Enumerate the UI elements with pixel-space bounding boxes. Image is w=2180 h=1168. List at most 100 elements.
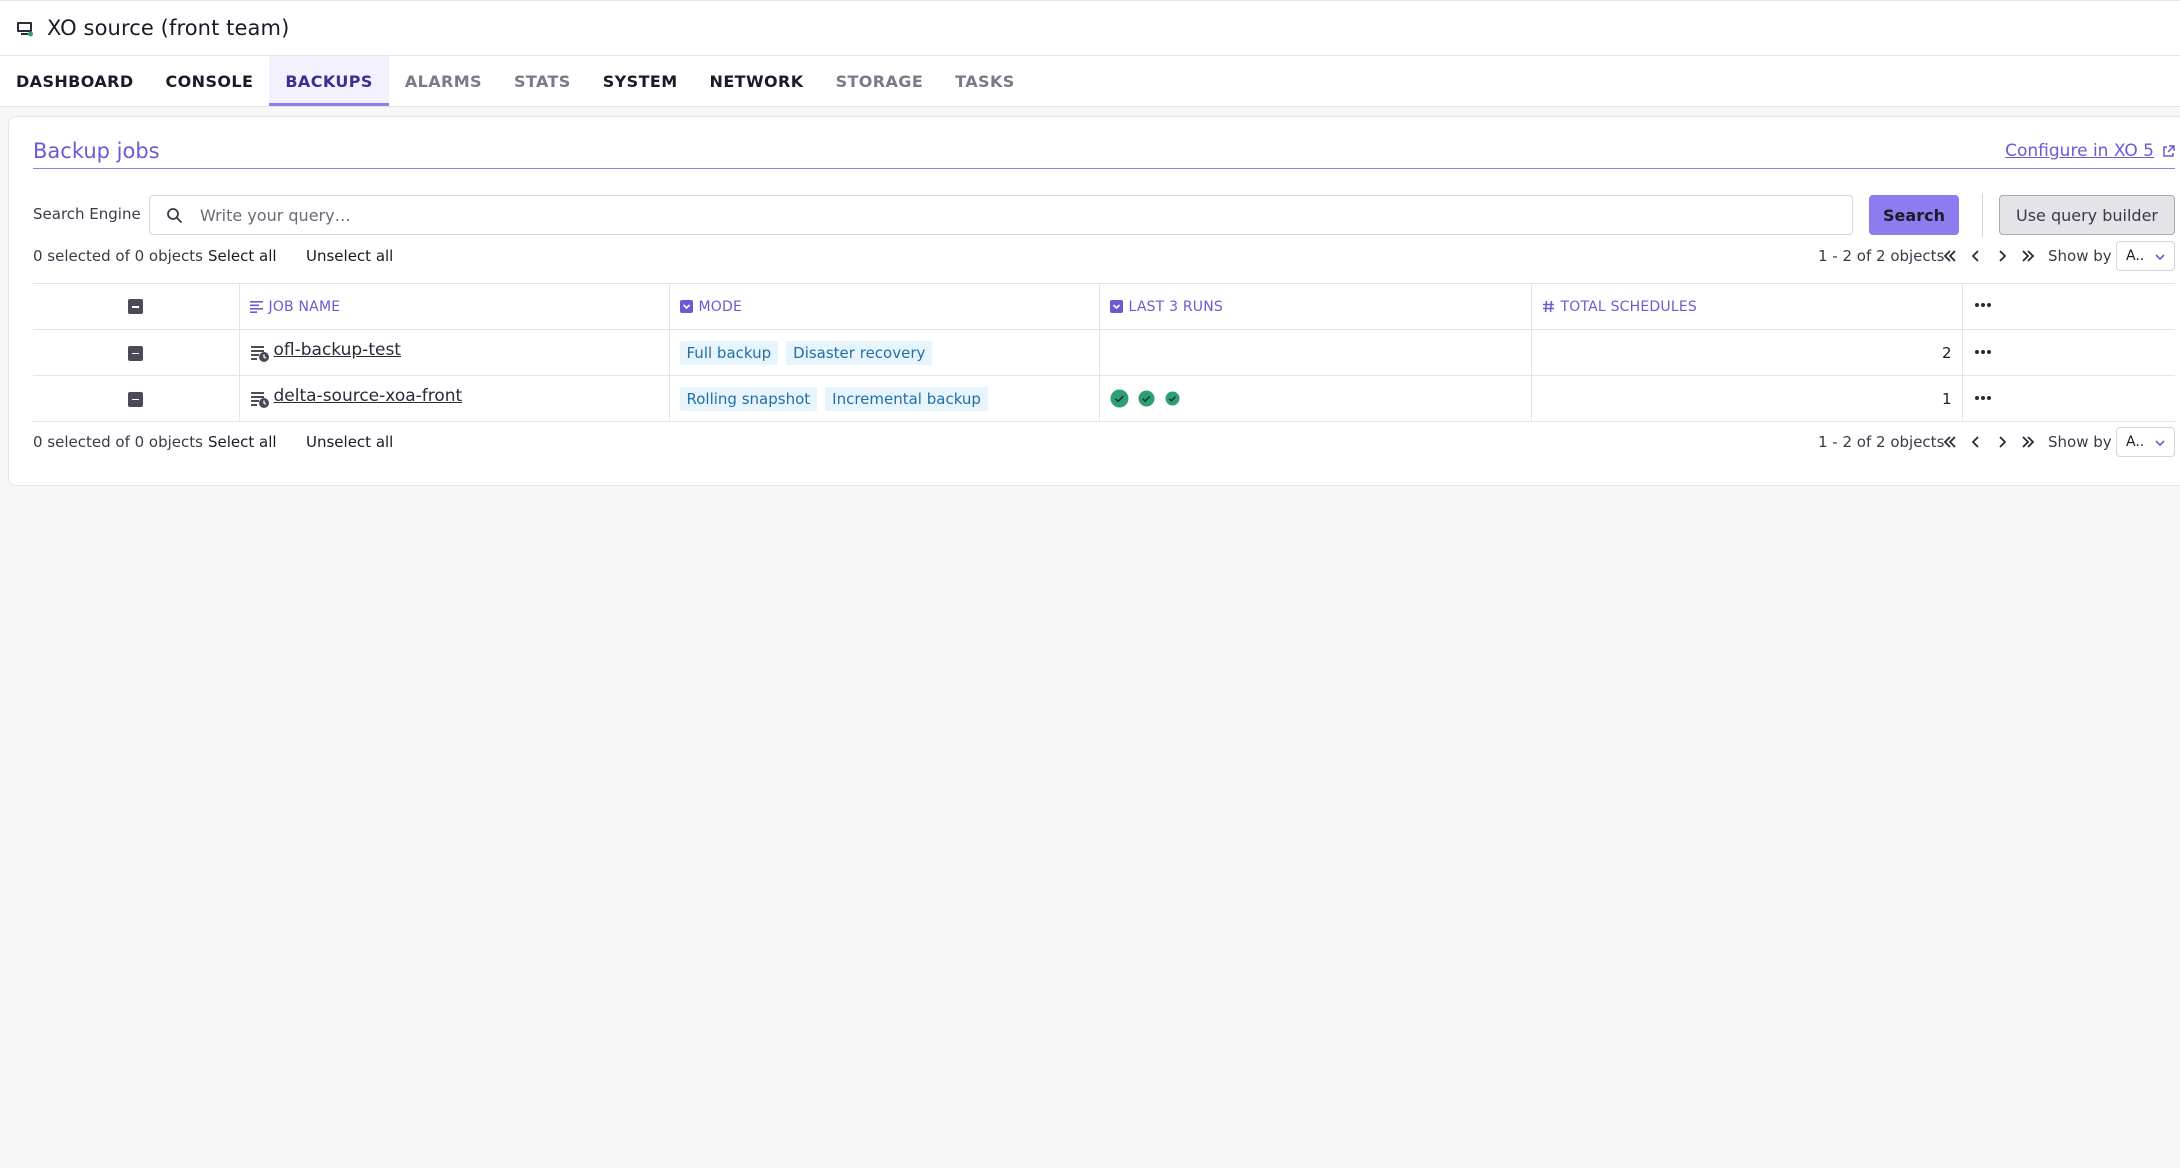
last-page-icon[interactable]: [2019, 247, 2037, 265]
tab-dashboard[interactable]: DASHBOARD: [0, 56, 150, 106]
column-actions: [1961, 283, 2175, 330]
divider: [1982, 193, 1983, 237]
mode-cell: Full backup Disaster recovery: [668, 329, 1100, 376]
hash-icon: [1542, 300, 1554, 313]
column-total-schedules[interactable]: TOTAL SCHEDULES: [1530, 283, 1963, 330]
more-horizontal-icon[interactable]: [1973, 302, 1993, 308]
row-checkbox[interactable]: [128, 391, 144, 407]
card-title: Backup jobs: [33, 139, 160, 163]
tab-system[interactable]: SYSTEM: [587, 56, 694, 106]
mode-tag: Incremental backup: [825, 386, 988, 411]
job-name-cell: ofl-backup-test: [238, 329, 670, 376]
table-row: delta-source-xoa-front Rolling snapshot I…: [33, 375, 2175, 422]
last-runs-cell: [1098, 329, 1532, 376]
row-checkbox[interactable]: [128, 345, 144, 361]
pagination-count: 1 - 2 of 2 objects: [1818, 247, 1945, 265]
search-row: Search Engine Search Use query builder: [33, 193, 2175, 237]
select-all-button[interactable]: Select all: [208, 433, 277, 451]
next-page-icon[interactable]: [1993, 247, 2011, 265]
header-checkbox-cell: [33, 283, 240, 330]
select-all-checkbox[interactable]: [128, 299, 144, 314]
show-by-label: Show by: [2048, 247, 2112, 265]
column-job-name[interactable]: JOB NAME: [238, 283, 670, 330]
more-horizontal-icon[interactable]: [1973, 395, 1993, 401]
job-name-link[interactable]: delta-source-xoa-front: [274, 386, 463, 406]
job-name-link[interactable]: ofl-backup-test: [274, 340, 401, 360]
column-mode-label: MODE: [698, 298, 743, 315]
column-job-name-label: JOB NAME: [268, 298, 341, 315]
chevron-down-icon: [2155, 254, 2165, 261]
tab-alarms[interactable]: ALARMS: [389, 56, 498, 106]
configure-xo5-link[interactable]: Configure in XO 5: [2005, 141, 2175, 161]
page-header: XO source (front team): [0, 0, 2180, 56]
text-align-icon: [249, 301, 263, 313]
backup-jobs-card: Backup jobs Configure in XO 5 Search Eng…: [8, 116, 2180, 486]
search-box: [149, 195, 1853, 235]
select-square-icon: [679, 300, 693, 313]
pagination-count: 1 - 2 of 2 objects: [1818, 433, 1945, 451]
mode-tag: Disaster recovery: [786, 340, 933, 365]
run-success-icon[interactable]: [1110, 389, 1129, 408]
select-square-icon: [1109, 300, 1123, 313]
search-icon: [167, 208, 183, 224]
row-checkbox-cell: [33, 329, 240, 376]
mode-cell: Rolling snapshot Incremental backup: [668, 375, 1100, 422]
tab-storage[interactable]: STORAGE: [820, 56, 940, 106]
tab-backups[interactable]: BACKUPS: [269, 56, 390, 106]
unselect-all-button[interactable]: Unselect all: [306, 247, 393, 265]
table-header-row: JOB NAME MODE LAST 3 RUNS TOTAL SCHEDULE…: [33, 283, 2175, 330]
selection-bar-top: 0 selected of 0 objects Select all Unsel…: [33, 241, 2175, 271]
selection-count: 0 selected of 0 objects: [33, 247, 203, 265]
search-button[interactable]: Search: [1869, 195, 1959, 235]
backup-jobs-table: JOB NAME MODE LAST 3 RUNS TOTAL SCHEDULE…: [33, 283, 2175, 422]
row-actions-cell: [1961, 329, 2175, 376]
search-input[interactable]: [200, 196, 1840, 234]
vm-console-icon: [17, 21, 33, 36]
page-title: XO source (front team): [47, 16, 290, 40]
external-link-icon: [2163, 144, 2175, 157]
show-by-value: A..: [2126, 434, 2145, 450]
tab-tasks[interactable]: TASKS: [939, 56, 1031, 106]
show-by-value: A..: [2126, 248, 2145, 264]
previous-page-icon[interactable]: [1967, 247, 1985, 265]
mode-tag: Full backup: [679, 340, 779, 365]
show-by-select[interactable]: A..: [2116, 241, 2175, 271]
select-all-button[interactable]: Select all: [208, 247, 277, 265]
more-horizontal-icon[interactable]: [1973, 349, 1993, 355]
show-by-label: Show by: [2048, 433, 2112, 451]
run-success-icon[interactable]: [1138, 390, 1155, 407]
configure-xo5-label: Configure in XO 5: [2005, 141, 2154, 161]
card-header: Backup jobs Configure in XO 5: [33, 139, 2175, 169]
first-page-icon[interactable]: [1941, 433, 1959, 451]
unselect-all-button[interactable]: Unselect all: [306, 433, 393, 451]
last-page-icon[interactable]: [2019, 433, 2037, 451]
tab-stats[interactable]: STATS: [498, 56, 587, 106]
total-schedules-cell: 2: [1530, 329, 1963, 376]
run-success-icon[interactable]: [1165, 391, 1180, 406]
selection-bar-bottom: 0 selected of 0 objects Select all Unsel…: [33, 427, 2175, 457]
next-page-icon[interactable]: [1993, 433, 2011, 451]
row-checkbox-cell: [33, 375, 240, 422]
last-runs-cell: [1098, 375, 1532, 422]
selection-count: 0 selected of 0 objects: [33, 433, 203, 451]
search-engine-label: Search Engine: [33, 205, 141, 223]
table-row: ofl-backup-test Full backup Disaster reco…: [33, 329, 2175, 376]
job-name-cell: delta-source-xoa-front: [238, 375, 670, 422]
backup-job-icon: [250, 391, 269, 408]
previous-page-icon[interactable]: [1967, 433, 1985, 451]
backup-job-icon: [250, 345, 269, 362]
mode-tag: Rolling snapshot: [679, 386, 818, 411]
column-last-runs[interactable]: LAST 3 RUNS: [1098, 283, 1532, 330]
row-actions-cell: [1961, 375, 2175, 422]
total-schedules-cell: 1: [1530, 375, 1963, 422]
query-builder-button[interactable]: Use query builder: [1999, 195, 2175, 235]
show-by-select[interactable]: A..: [2116, 427, 2175, 457]
chevron-down-icon: [2155, 440, 2165, 447]
first-page-icon[interactable]: [1941, 247, 1959, 265]
column-last-runs-label: LAST 3 RUNS: [1128, 298, 1223, 315]
column-mode[interactable]: MODE: [668, 283, 1100, 330]
tab-console[interactable]: CONSOLE: [150, 56, 270, 106]
tab-bar: DASHBOARD CONSOLE BACKUPS ALARMS STATS S…: [0, 56, 2180, 107]
column-total-schedules-label: TOTAL SCHEDULES: [1560, 298, 1697, 315]
tab-network[interactable]: NETWORK: [694, 56, 820, 106]
